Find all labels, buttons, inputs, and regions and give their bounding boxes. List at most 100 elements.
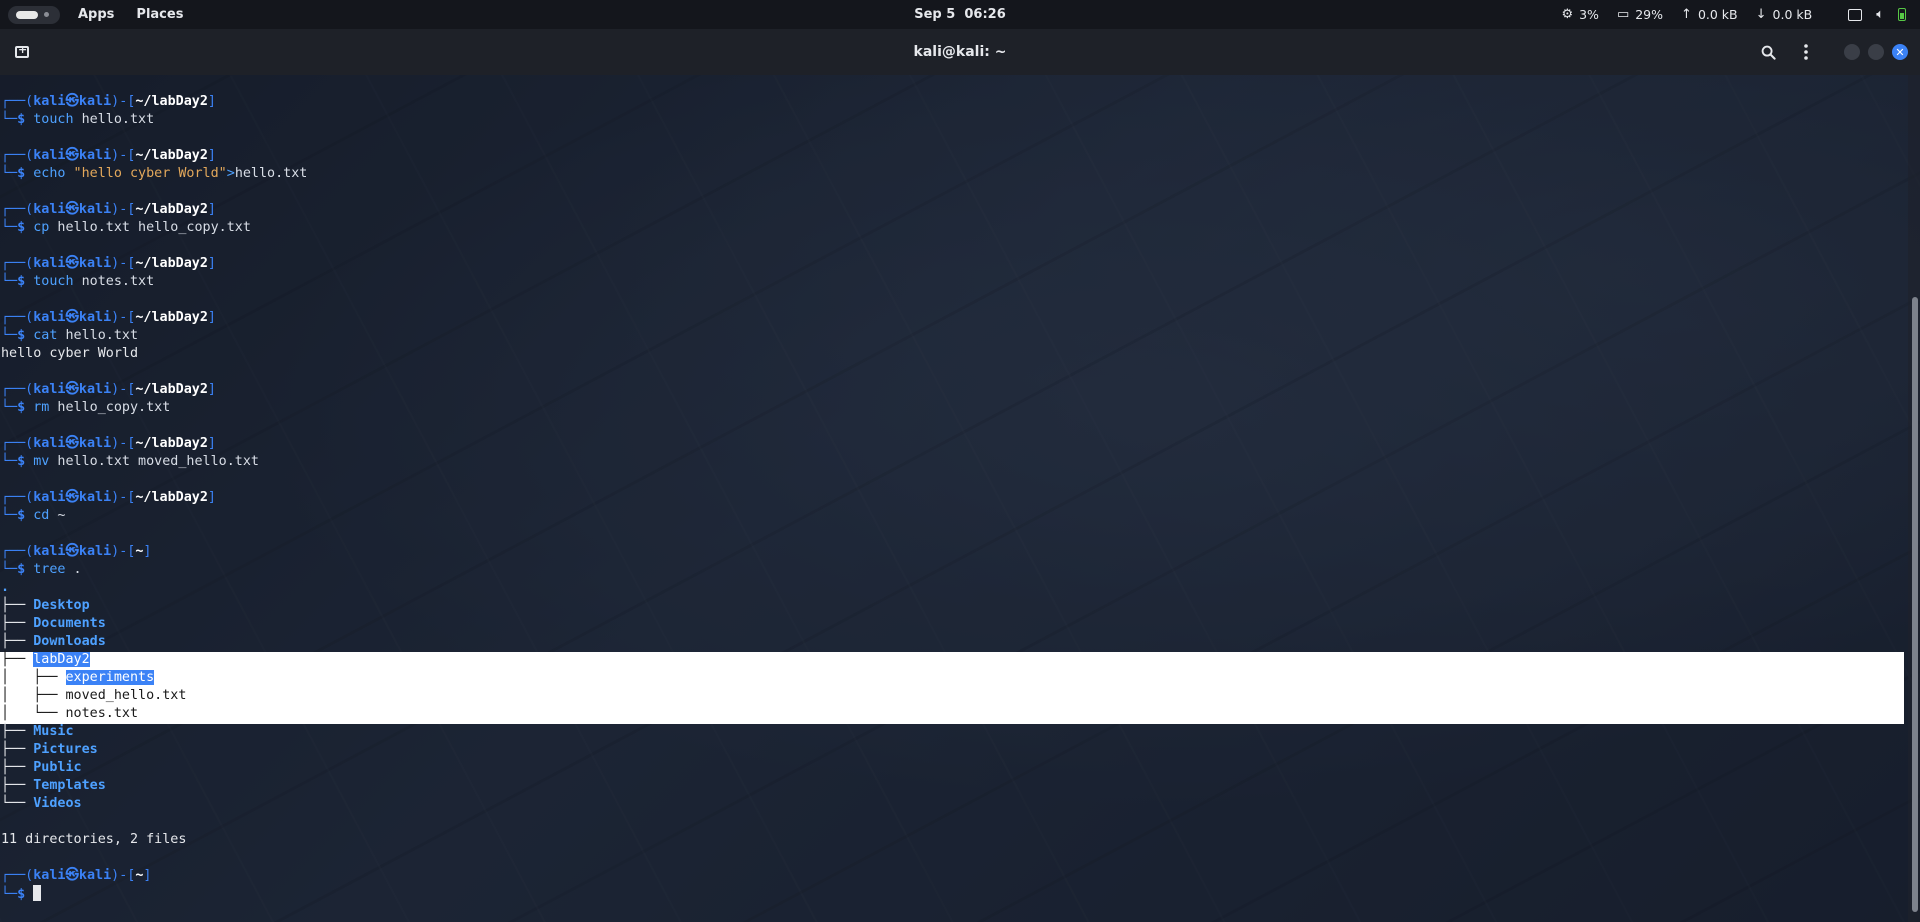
search-button[interactable] [1754,38,1782,66]
prompt-box: └─ [1,562,18,577]
prompt-at: ㉿ [65,256,79,271]
tree-dir: Desktop [33,598,90,613]
command-name: touch [33,112,74,127]
display-icon[interactable] [1848,8,1863,21]
command-args: hello.txt [73,112,155,127]
top-panel: Apps Places Sep 5 06:26 ⚙ 3% ▭ 29% ↑ 0.0… [0,0,1920,29]
command-args: hello.txt moved_hello.txt [49,454,259,469]
prompt-box: )-[ [111,310,136,325]
prompt-box: ] [143,544,152,559]
prompt-dollar: $ [17,562,34,577]
prompt-dollar: $ [17,112,34,127]
terminal-output[interactable]: ┌──(kali㉿kali)-[~/labDay2] └─$ touch hell… [1,93,307,903]
prompt-box: └─ [1,508,18,523]
prompt-box: ] [207,310,216,325]
tree-dir-selected: labDay2 [33,652,90,667]
command-args: notes.txt [73,274,155,289]
close-button[interactable]: ✕ [1892,44,1908,60]
upload-value: 0.0 kB [1697,7,1738,22]
tree-root-dot: . [1,580,10,595]
prompt-box: )-[ [111,868,136,883]
clock[interactable]: Sep 5 06:26 [914,7,1006,22]
prompt-box: ┌──( [1,202,34,217]
command-name: cd [33,508,50,523]
tree-branch: ├── [1,742,34,757]
prompt-user: kali [33,202,66,217]
prompt-host: kali [78,868,112,883]
prompt-box: ] [143,868,152,883]
places-menu[interactable]: Places [136,7,183,22]
command-line: └─$ echo "hello cyber World">hello.txt [1,165,307,183]
command-line: └─$ tree . [1,561,307,579]
upload-indicator[interactable]: ↑ 0.0 kB [1681,7,1738,22]
activities-dot-icon [44,12,49,17]
maximize-button[interactable] [1868,44,1884,60]
tree-entry: └── Videos [1,795,307,813]
prompt-box: ┌──( [1,382,34,397]
prompt-box: ┌──( [1,310,34,325]
command-redirect: > [226,166,235,181]
new-tab-button[interactable] [7,37,37,67]
prompt-box: ┌──( [1,868,34,883]
memory-indicator[interactable]: ▭ 29% [1617,7,1663,22]
prompt-box: ] [207,94,216,109]
tree-summary-text: 11 directories, 2 files [1,832,187,847]
prompt-at: ㉿ [65,868,79,883]
download-indicator[interactable]: ↓ 0.0 kB [1756,7,1813,22]
prompt-path: ~/labDay2 [135,256,208,271]
prompt-host: kali [78,202,112,217]
terminal-scrollbar[interactable] [1908,75,1920,922]
arrow-up-icon: ↑ [1681,7,1692,22]
prompt-path: ~/labDay2 [135,382,208,397]
prompt-path: ~/labDay2 [135,94,208,109]
minimize-button[interactable] [1844,44,1860,60]
menu-button[interactable] [1792,38,1820,66]
command-args: hello.txt [234,166,308,181]
prompt-line: ┌──(kali㉿kali)-[~/labDay2] [1,93,307,111]
cpu-icon: ⚙ [1561,7,1574,22]
cpu-indicator[interactable]: ⚙ 3% [1561,7,1599,22]
prompt-box: └─ [1,166,18,181]
command-name: rm [33,400,50,415]
prompt-dollar: $ [17,328,34,343]
terminal-view[interactable]: ┌──(kali㉿kali)-[~/labDay2] └─$ touch hell… [0,75,1920,922]
command-line: └─$ mv hello.txt moved_hello.txt [1,453,307,471]
tree-dir: Music [33,724,74,739]
prompt-box: └─ [1,400,18,415]
prompt-host: kali [78,436,112,451]
prompt-at: ㉿ [65,310,79,325]
scrollbar-thumb[interactable] [1912,297,1918,912]
prompt-box: )-[ [111,148,136,163]
command-string: "hello cyber World" [65,166,227,181]
command-name: cat [33,328,58,343]
prompt-box: )-[ [111,94,136,109]
prompt-path: ~/labDay2 [135,490,208,505]
memory-icon: ▭ [1616,7,1630,22]
activities-button[interactable] [8,5,60,24]
prompt-box: )-[ [111,256,136,271]
prompt-box: ┌──( [1,256,34,271]
prompt-box: )-[ [111,202,136,217]
tree-entry: │ └── notes.txt [1,705,307,723]
prompt-at: ㉿ [65,148,79,163]
battery-icon[interactable] [1898,8,1906,21]
tree-entry: ├── labDay2 [1,651,307,669]
tree-entry: ├── Public [1,759,307,777]
prompt-dollar: $ [17,454,34,469]
prompt-box: └─ [1,454,18,469]
prompt-user: kali [33,490,66,505]
prompt-box: )-[ [111,490,136,505]
command-line: └─$ touch hello.txt [1,111,307,129]
tree-dir: Videos [33,796,82,811]
window-title: kali@kali: ~ [913,44,1007,60]
prompt-user: kali [33,94,66,109]
command-args: . [65,562,82,577]
prompt-path: ~/labDay2 [135,148,208,163]
volume-icon[interactable]: 🔈︎ [1876,8,1884,21]
apps-menu[interactable]: Apps [78,7,114,22]
